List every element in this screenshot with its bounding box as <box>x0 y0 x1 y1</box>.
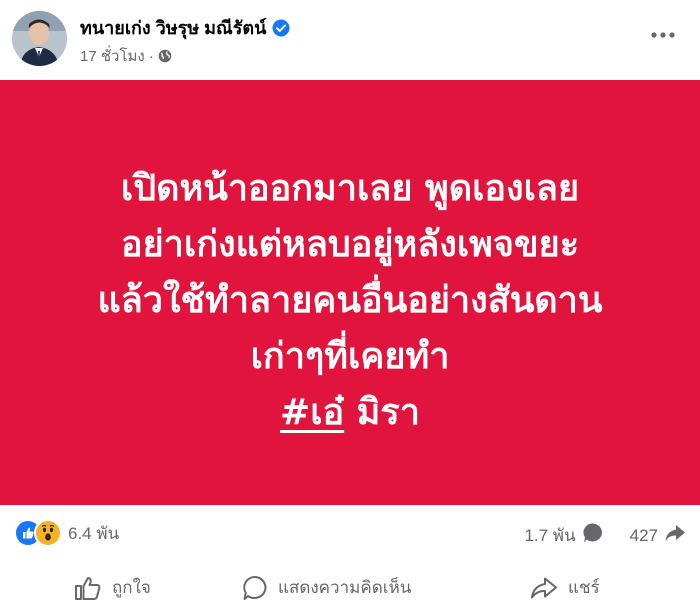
action-bar: ถูกใจ แสดงความคิดเห็น แชร์ <box>0 560 700 610</box>
shares-count[interactable]: 427 <box>630 526 658 546</box>
share-label: แชร์ <box>568 578 600 597</box>
author-name-row: ทนายเก่ง วิษรุษ มณีรัตน์ <box>80 13 290 42</box>
image-text-line-5: #เอ๋ มิรา <box>0 385 700 441</box>
share-button[interactable]: แชร์ <box>530 574 600 601</box>
post-image-text: เปิดหน้าออกมาเลย พูดเองเลย อย่าเก่งแต่หล… <box>0 88 700 441</box>
globe-icon <box>158 49 172 63</box>
hashtag-tail: มิรา <box>344 392 420 433</box>
like-label: ถูกใจ <box>112 578 151 597</box>
post-time[interactable]: 17 ชั่วโมง · <box>80 44 154 68</box>
comment-button[interactable]: แสดงความคิดเห็น <box>242 574 411 601</box>
post-meta: 17 ชั่วโมง · <box>80 44 172 68</box>
author-name[interactable]: ทนายเก่ง วิษรุษ มณีรัตน์ <box>80 13 266 42</box>
hashtag: #เอ๋ <box>280 392 345 433</box>
author-avatar[interactable] <box>12 11 67 66</box>
thumbs-up-icon <box>75 576 101 600</box>
reactions-summary[interactable]: 6.4 พัน <box>14 519 119 547</box>
comments-count[interactable]: 1.7 พัน <box>524 522 575 549</box>
comment-bubble-icon <box>582 522 604 549</box>
reactions-count: 6.4 พัน <box>68 523 120 543</box>
share-icon <box>531 577 557 598</box>
comments-shares-summary: 1.7 พัน 427 <box>524 522 686 549</box>
image-text-line-4: เก่าๆที่เคยทำ <box>250 336 450 377</box>
image-text-line-1: เปิดหน้าออกมาเลย พูดเองเลย <box>120 168 580 209</box>
comment-label: แสดงความคิดเห็น <box>278 578 412 597</box>
like-button[interactable]: ถูกใจ <box>74 574 151 601</box>
image-text-line-3: แล้วใช้ทำลายคนอื่นอย่างสันดาน <box>97 280 603 321</box>
wow-reaction-icon <box>34 519 62 547</box>
post-header: ทนายเก่ง วิษรุษ มณีรัตน์ 17 ชั่วโมง · <box>0 0 700 80</box>
more-options-icon[interactable] <box>648 20 678 50</box>
avatar-image <box>12 11 67 66</box>
verified-badge-icon <box>272 19 290 37</box>
share-arrow-icon <box>664 522 686 549</box>
comment-icon <box>243 575 267 600</box>
engagement-stats: 6.4 พัน 1.7 พัน 427 <box>0 510 700 554</box>
image-text-line-2: อย่าเก่งแต่หลบอยู่หลังเพจขยะ <box>120 224 580 265</box>
